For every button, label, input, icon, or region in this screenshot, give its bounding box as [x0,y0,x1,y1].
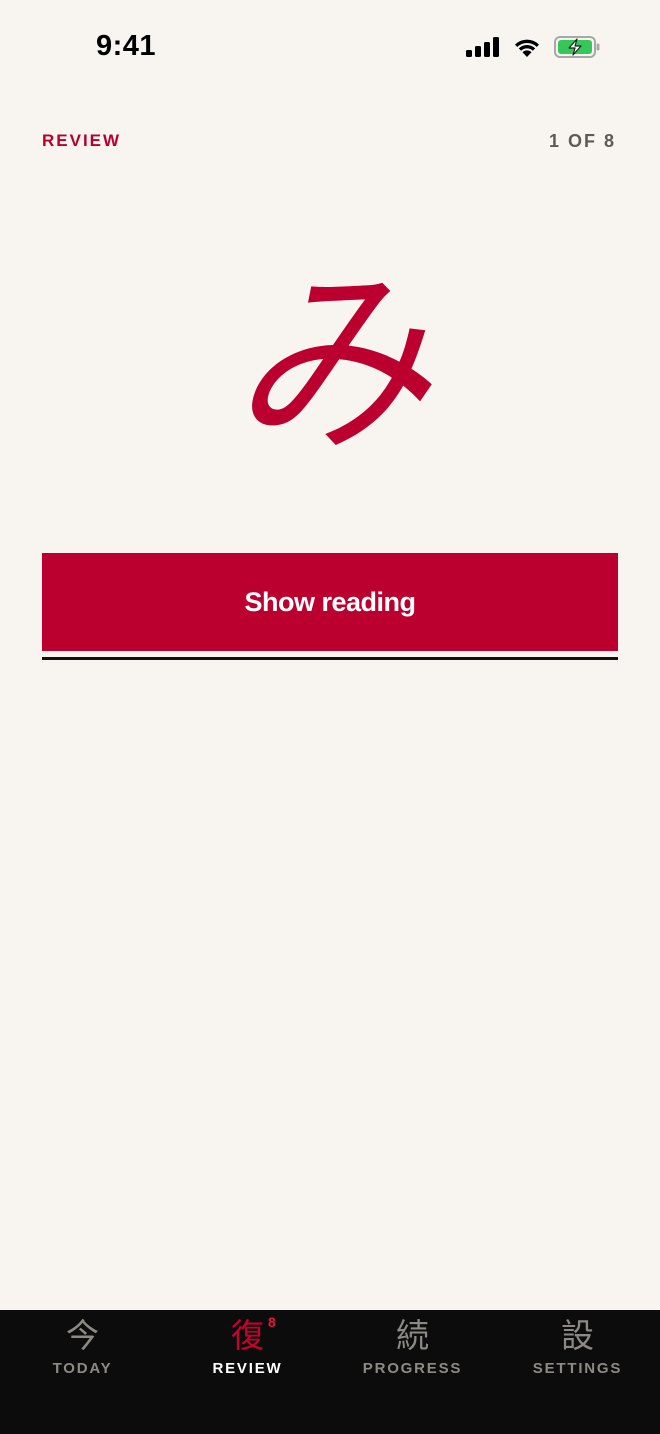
signal-icon [466,37,499,57]
section-title: REVIEW [42,131,122,150]
status-icons [466,36,600,58]
status-bar: 9:41 [0,0,660,100]
tab-progress[interactable]: 続 PROGRESS [330,1310,495,1434]
tab-label: TODAY [52,1360,113,1377]
tab-today[interactable]: 今 TODAY [0,1310,165,1434]
review-count-badge: 8 [268,1314,276,1330]
show-reading-button[interactable]: Show reading [42,553,618,651]
wifi-icon [515,39,539,57]
today-icon: 今 [66,1316,99,1355]
battery-charging-icon [554,36,600,58]
tab-label: SETTINGS [532,1360,623,1377]
tab-label: REVIEW [212,1360,283,1377]
settings-icon: 設 [561,1316,594,1355]
tab-settings[interactable]: 設 SETTINGS [495,1310,660,1434]
tab-bar: 今 TODAY 復 8 REVIEW 続 PROGRESS 設 SETTINGS [0,1310,660,1434]
tab-review[interactable]: 復 8 REVIEW [165,1310,330,1434]
button-underline [42,657,618,660]
review-icon: 復 [231,1316,264,1355]
progress-icon: 続 [396,1316,429,1355]
kana-character: み [229,248,430,481]
tab-label: PROGRESS [362,1360,463,1377]
status-time: 9:41 [96,30,157,62]
review-counter: 1 OF 8 [548,131,616,151]
